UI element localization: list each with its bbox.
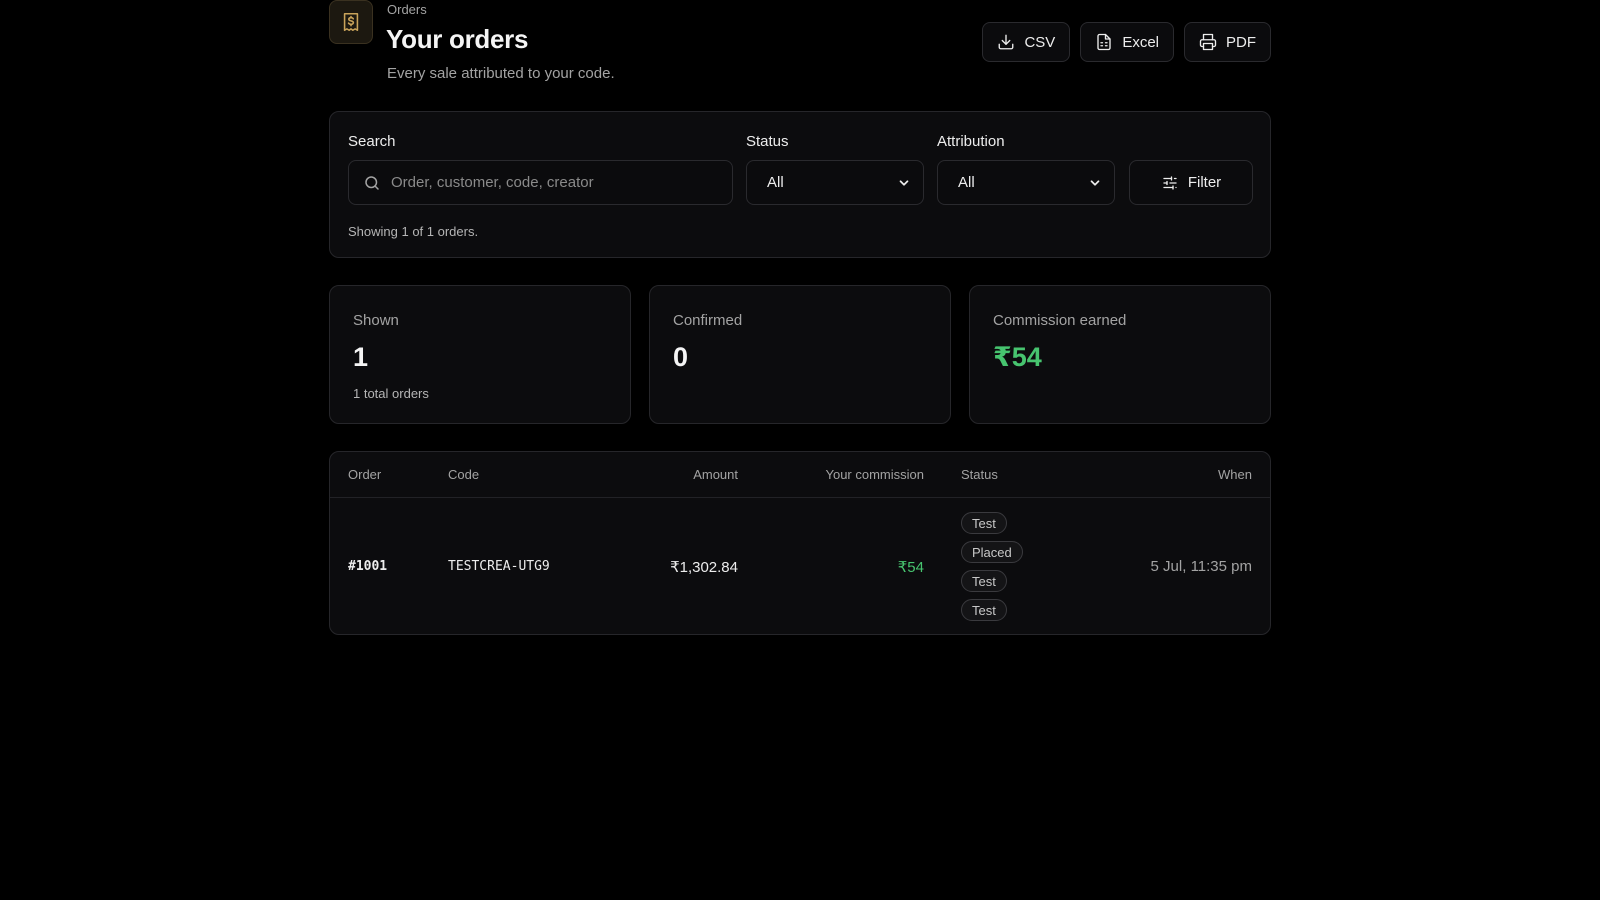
chevron-down-icon (899, 179, 909, 186)
printer-icon (1199, 33, 1217, 51)
order-commission: ₹54 (897, 559, 924, 576)
status-label: Status (746, 133, 789, 150)
status-select-value: All (767, 174, 784, 191)
status-badge: Test (961, 570, 1007, 592)
order-code: TESTCREA-UTG9 (448, 559, 550, 574)
stat-card-commission: Commission earned ₹54 (969, 285, 1271, 424)
column-header-amount[interactable]: Amount (693, 467, 738, 482)
export-csv-label: CSV (1024, 33, 1056, 51)
chevron-down-icon (1090, 179, 1100, 186)
sliders-icon (1163, 175, 1177, 190)
stat-label: Confirmed (673, 312, 743, 329)
export-excel-button[interactable]: Excel (1080, 22, 1174, 62)
column-header-order[interactable]: Order (348, 467, 381, 482)
order-number[interactable]: #1001 (348, 559, 387, 574)
page-title: Your orders (386, 24, 529, 54)
results-count: Showing 1 of 1 orders. (348, 224, 479, 239)
order-amount: ₹1,302.84 (670, 559, 738, 576)
table-header: Order Code Amount Your commission Status… (330, 452, 1270, 498)
download-icon (999, 34, 1014, 50)
column-header-status[interactable]: Status (961, 467, 998, 482)
column-header-commission[interactable]: Your commission (825, 467, 924, 482)
search-icon (365, 175, 379, 190)
search-field[interactable] (348, 160, 733, 205)
stat-card-confirmed: Confirmed 0 (649, 285, 951, 424)
stat-note: 1 total orders (353, 386, 429, 401)
stat-label: Shown (353, 312, 399, 329)
page-subtitle: Every sale attributed to your code. (387, 65, 615, 82)
export-buttons: CSV Excel PDF (982, 22, 1271, 62)
export-pdf-button[interactable]: PDF (1184, 22, 1271, 62)
filter-panel: Search Status Attribution All All Filter… (329, 111, 1271, 258)
attribution-label: Attribution (937, 133, 1005, 150)
stat-value: ₹54 (993, 342, 1042, 372)
orders-table: Order Code Amount Your commission Status… (329, 451, 1271, 635)
status-badge: Test (961, 512, 1007, 534)
export-csv-button[interactable]: CSV (982, 22, 1071, 62)
export-excel-label: Excel (1122, 33, 1159, 51)
search-input[interactable] (391, 174, 711, 191)
search-label: Search (348, 133, 396, 150)
attribution-select[interactable]: All (937, 160, 1115, 205)
attribution-select-value: All (958, 174, 975, 191)
stat-value: 1 (353, 342, 369, 372)
receipt-icon (329, 0, 373, 44)
stat-label: Commission earned (993, 312, 1127, 329)
column-header-code[interactable]: Code (448, 467, 479, 482)
order-date: 5 Jul, 11:35 pm (1150, 558, 1252, 575)
orders-page: Orders Your orders Every sale attributed… (329, 0, 1271, 635)
status-badge: Placed (961, 541, 1023, 563)
stat-value: 0 (673, 342, 689, 372)
export-pdf-label: PDF (1226, 33, 1256, 51)
filter-button[interactable]: Filter (1129, 160, 1253, 205)
file-spreadsheet-icon (1097, 33, 1111, 51)
status-select[interactable]: All (746, 160, 924, 205)
status-badge: Test (961, 599, 1007, 621)
column-header-when[interactable]: When (1218, 467, 1252, 482)
filter-button-label: Filter (1187, 174, 1222, 191)
stat-card-shown: Shown 1 1 total orders (329, 285, 631, 424)
breadcrumb: Orders (387, 2, 427, 17)
page-header: Orders Your orders Every sale attributed… (329, 0, 1271, 112)
